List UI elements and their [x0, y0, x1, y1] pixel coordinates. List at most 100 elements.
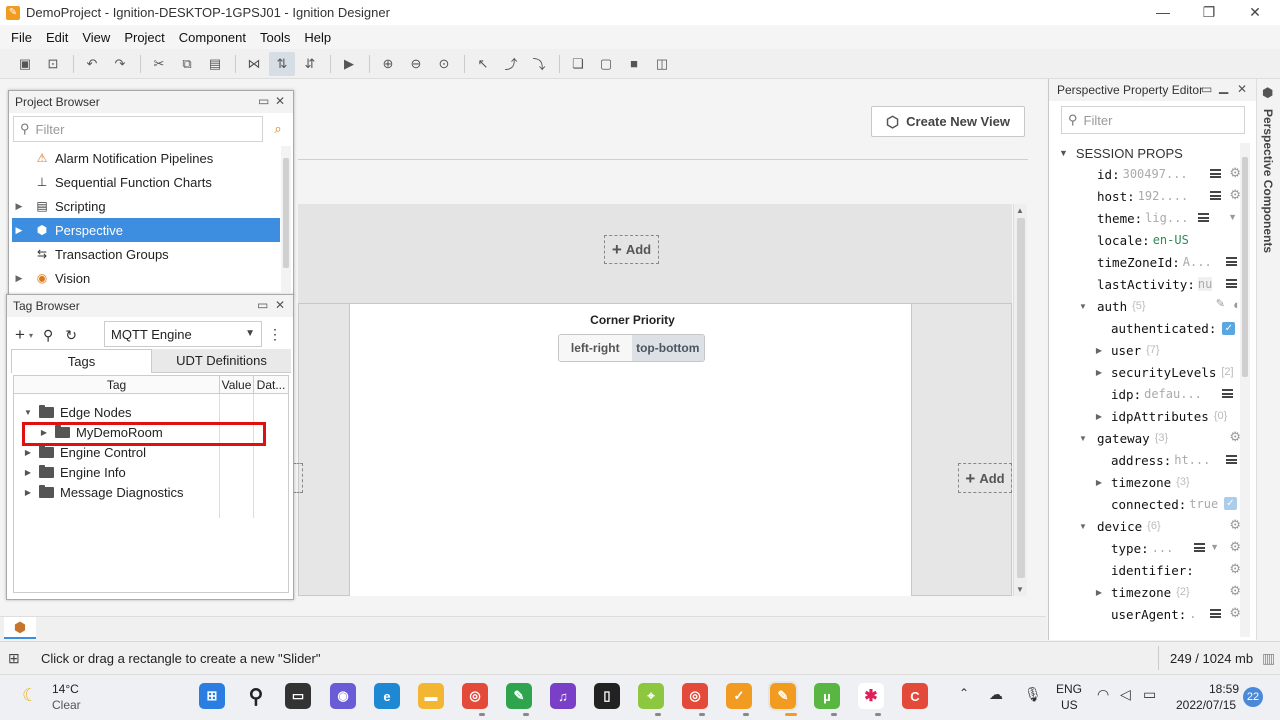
- prop-row[interactable]: ▶ timezone {3}: [1049, 471, 1247, 493]
- checkbox-checked-icon[interactable]: ✓: [1222, 321, 1236, 335]
- chrome-icon[interactable]: ◎: [462, 683, 488, 709]
- expand-arrow-icon[interactable]: ▶: [12, 225, 26, 236]
- scroll-thumb[interactable]: [1017, 218, 1025, 578]
- expand-arrow-icon[interactable]: ▶: [12, 201, 26, 212]
- collapse-arrow-icon[interactable]: ▼: [1077, 522, 1089, 531]
- property-editor-scrollbar[interactable]: [1240, 143, 1250, 637]
- grid-icon[interactable]: ⊞: [8, 650, 20, 667]
- clock-time[interactable]: 18:59: [1209, 682, 1239, 696]
- panel-close-icon[interactable]: ✕: [275, 94, 285, 108]
- expand-arrow-icon[interactable]: ▶: [1093, 478, 1105, 487]
- checkbox-checked-icon[interactable]: ✓: [1224, 497, 1237, 510]
- prop-row[interactable]: ▶ timezone {2} ⚙: [1049, 581, 1247, 603]
- layer-icon[interactable]: ■: [621, 52, 647, 76]
- evernote-icon[interactable]: ✎: [506, 683, 532, 709]
- expand-arrow-icon[interactable]: ▶: [1093, 412, 1105, 421]
- design-mode-icon[interactable]: ⇅: [269, 51, 295, 76]
- list-icon[interactable]: [1198, 213, 1209, 222]
- prop-row[interactable]: theme : lig... ▼: [1049, 207, 1247, 229]
- prop-value[interactable]: nu: [1197, 277, 1213, 291]
- prop-row[interactable]: address : ht...: [1049, 449, 1247, 471]
- zoom-fit-icon[interactable]: ⊙: [431, 52, 457, 76]
- list-icon[interactable]: [1210, 191, 1221, 200]
- scroll-down-icon[interactable]: ▼: [1016, 585, 1024, 594]
- prop-row[interactable]: timeZoneId : A...: [1049, 251, 1247, 273]
- prop-value[interactable]: defau...: [1144, 387, 1202, 401]
- prop-row-auth[interactable]: ▼ auth {5} ✎ ◐: [1049, 295, 1247, 317]
- corner-option-left-right[interactable]: left-right: [559, 335, 632, 361]
- add-tag-icon[interactable]: +: [15, 325, 25, 345]
- wifi-icon[interactable]: ◠: [1097, 686, 1109, 703]
- scroll-thumb[interactable]: [283, 158, 289, 268]
- copy-icon[interactable]: ⧉: [174, 52, 200, 76]
- windows-start-icon[interactable]: ⊞: [199, 683, 225, 709]
- expand-arrow-icon[interactable]: ▶: [1093, 588, 1105, 597]
- menu-edit[interactable]: Edit: [46, 30, 68, 45]
- more-options-icon[interactable]: ⋮: [268, 326, 282, 343]
- microphone-icon[interactable]: 🎙: [1024, 686, 1042, 703]
- prop-row[interactable]: ▶ securityLevels [2]: [1049, 361, 1247, 383]
- chevron-down-icon[interactable]: ▾: [29, 331, 33, 340]
- prop-row[interactable]: ▶ user {7}: [1049, 339, 1247, 361]
- add-right-button[interactable]: + Add: [958, 463, 1012, 493]
- pointer-icon[interactable]: ↖: [470, 52, 496, 76]
- task-view-icon[interactable]: ▭: [285, 683, 311, 709]
- perspective-view-tab[interactable]: ⬢: [4, 617, 36, 639]
- tab-tags[interactable]: Tags: [11, 349, 152, 373]
- restore-icon[interactable]: ▭: [1201, 82, 1212, 96]
- prop-value[interactable]: 300497...: [1123, 167, 1188, 181]
- prop-row[interactable]: connected : true ✓: [1049, 493, 1247, 515]
- project-filter-input[interactable]: ⚲ Filter: [13, 116, 263, 142]
- chevron-down-icon[interactable]: ▼: [1210, 542, 1219, 552]
- paste-icon[interactable]: ▤: [202, 52, 228, 76]
- play-icon[interactable]: ▶: [336, 52, 362, 76]
- list-icon[interactable]: [1226, 257, 1237, 266]
- expand-arrow-icon[interactable]: ▶: [22, 448, 34, 457]
- menu-tools[interactable]: Tools: [260, 30, 290, 45]
- input-language[interactable]: ENG: [1056, 682, 1082, 696]
- session-props-section[interactable]: ▼ SESSION PROPS: [1053, 143, 1243, 163]
- prop-value[interactable]: en-US: [1153, 233, 1189, 247]
- tag-row-engine-info[interactable]: ▶ Engine Info: [14, 462, 288, 482]
- volume-icon[interactable]: ◁: [1120, 686, 1131, 703]
- tag-provider-select[interactable]: MQTT Engine ▼: [104, 321, 262, 347]
- column-tag[interactable]: Tag: [14, 376, 220, 393]
- prop-row-gateway[interactable]: ▼ gateway {3} ⚙: [1049, 427, 1247, 449]
- prop-row[interactable]: ▶ idpAttributes {0}: [1049, 405, 1247, 427]
- menu-project[interactable]: Project: [124, 30, 164, 45]
- gc-icon[interactable]: ▥: [1262, 650, 1275, 667]
- maximize-button[interactable]: ❐: [1186, 0, 1232, 25]
- notes-app-icon[interactable]: ▯: [594, 683, 620, 709]
- expand-arrow-icon[interactable]: ▶: [22, 468, 34, 477]
- prop-row[interactable]: locale : en-US: [1049, 229, 1247, 251]
- prop-row[interactable]: type : ... ▼ ⚙: [1049, 537, 1247, 559]
- prop-value[interactable]: ht...: [1174, 453, 1210, 467]
- refresh-icon[interactable]: ↻: [65, 327, 77, 344]
- minimize-panel-icon[interactable]: ▁: [1219, 80, 1228, 94]
- column-value[interactable]: Value: [220, 376, 254, 393]
- slack-icon[interactable]: ✱: [858, 683, 884, 709]
- project-item-scripting[interactable]: ▶ ▤ Scripting: [12, 194, 280, 218]
- list-icon[interactable]: [1210, 169, 1221, 178]
- menu-view[interactable]: View: [82, 30, 110, 45]
- chat-icon[interactable]: ◉: [330, 683, 356, 709]
- corner-option-top-bottom[interactable]: top-bottom: [631, 335, 704, 361]
- prop-value[interactable]: .: [1189, 607, 1196, 621]
- project-item-perspective[interactable]: ▶ ⬢ Perspective: [12, 218, 280, 242]
- menu-component[interactable]: Component: [179, 30, 246, 45]
- list-icon[interactable]: [1210, 609, 1221, 618]
- edge-browser-icon[interactable]: e: [374, 683, 400, 709]
- prop-row[interactable]: lastActivity : nu: [1049, 273, 1247, 295]
- project-item-alarm-pipelines[interactable]: ⚠ Alarm Notification Pipelines: [12, 146, 280, 170]
- chevron-up-icon[interactable]: ⌃: [959, 686, 969, 700]
- prop-value[interactable]: true: [1189, 497, 1218, 511]
- list-icon[interactable]: [1226, 455, 1237, 464]
- prop-row-device[interactable]: ▼ device {6} ⚙: [1049, 515, 1247, 537]
- cut-icon[interactable]: ✂: [146, 52, 172, 76]
- kiwi-app-icon[interactable]: C: [902, 683, 928, 709]
- ignition-launcher-icon[interactable]: ⌖: [638, 683, 664, 709]
- clock-date[interactable]: 2022/07/15: [1176, 698, 1236, 712]
- tag-row-edge-nodes[interactable]: ▼ Edge Nodes: [14, 402, 288, 422]
- scroll-up-icon[interactable]: ▲: [1016, 206, 1024, 215]
- perspective-components-side-tab[interactable]: ⬢ Perspective Components: [1256, 79, 1280, 640]
